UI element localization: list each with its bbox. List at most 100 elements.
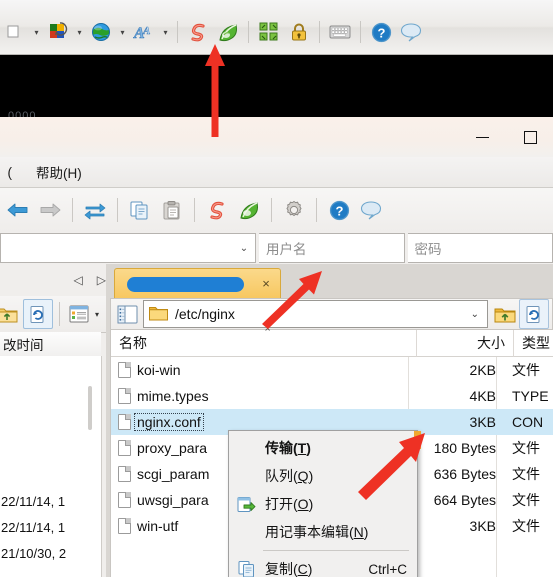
chevron-down-icon[interactable]: ▾ <box>116 17 129 47</box>
file-icon <box>118 440 131 456</box>
file-name: mime.types <box>137 388 209 404</box>
table-row[interactable]: mime.types 4KB TYPE <box>111 383 553 409</box>
context-menu-item-open[interactable]: 打开(O) <box>229 490 417 518</box>
local-date-0: 22/11/14, 1 <box>1 494 66 509</box>
file-name: proxy_para <box>137 440 208 456</box>
tab-label-redacted <box>127 276 244 292</box>
back-arrow-icon[interactable] <box>2 194 34 226</box>
file-name: nginx.conf <box>134 413 204 431</box>
column-header-size[interactable]: 大小 <box>416 330 513 357</box>
globe-icon[interactable] <box>86 17 116 47</box>
chevron-down-icon[interactable]: ▾ <box>95 310 99 319</box>
connection-bar: ⌄ 用户名 密码 <box>0 232 553 265</box>
toolbar-separator <box>59 302 60 326</box>
color-palette-icon[interactable] <box>43 17 73 47</box>
column-header-name[interactable]: 名称 ⌃ <box>111 327 416 357</box>
host-combobox[interactable]: ⌄ <box>0 233 256 263</box>
nav-forward-icon[interactable]: ▷ <box>97 273 106 287</box>
close-icon[interactable]: × <box>258 275 274 291</box>
no-icon <box>233 465 261 487</box>
clipped-text-remnant: 0000 <box>8 110 37 117</box>
file-name-cell: mime.types <box>111 388 408 404</box>
local-column-header[interactable]: 改时间 <box>0 332 101 357</box>
file-name: scgi_param <box>137 466 210 482</box>
local-file-list[interactable]: 22/11/14, 1 22/11/14, 1 21/10/30, 2 <box>0 356 102 577</box>
toolbar-separator <box>316 198 317 222</box>
svg-text:?: ? <box>335 203 343 218</box>
paste-icon[interactable] <box>156 194 188 226</box>
lock-icon[interactable] <box>284 17 314 47</box>
session-tab[interactable]: × <box>114 268 281 299</box>
minimize-button[interactable] <box>459 117 505 157</box>
chevron-down-icon[interactable]: ▾ <box>73 17 86 47</box>
context-menu-label: 打开(O) <box>265 496 314 512</box>
remote-parent-folder-button[interactable] <box>491 300 519 328</box>
menu-bar: ) 帮助(H) <box>0 157 553 188</box>
top-application-toolbar: ▾ ▾ ▾ A A ▾ ? <box>0 0 553 55</box>
file-type: 文件 <box>512 440 540 456</box>
file-type: 文件 <box>512 362 540 378</box>
menu-item-clipped[interactable]: ) <box>0 165 13 180</box>
chevron-down-icon[interactable]: ▾ <box>30 17 43 47</box>
file-size: 3KB <box>469 518 496 534</box>
context-menu-label: 复制(C) <box>265 561 313 577</box>
table-row[interactable]: koi-win 2KB 文件 <box>111 357 553 383</box>
fullscreen-icon[interactable] <box>254 17 284 47</box>
local-scrollbar-thumb[interactable] <box>88 386 92 430</box>
column-header-type[interactable]: 类型 <box>513 330 553 357</box>
green-leaf-icon[interactable] <box>233 194 265 226</box>
file-type: 文件 <box>512 518 540 534</box>
refresh-icon[interactable] <box>23 299 53 329</box>
column-header-name-label: 名称 <box>119 335 147 351</box>
context-menu-item-copy[interactable]: 复制(C) Ctrl+C <box>229 555 417 577</box>
chevron-down-icon[interactable]: ▾ <box>159 17 172 47</box>
column-header-size-label: 大小 <box>477 335 505 351</box>
menu-item-help[interactable]: 帮助(H) <box>28 162 90 182</box>
view-list-icon[interactable] <box>66 301 92 327</box>
file-type: TYPE <box>512 388 549 404</box>
toolbar-separator <box>117 198 118 222</box>
context-menu-label: 用记事本编辑(N) <box>265 524 369 540</box>
session-toolbar: ? <box>0 188 553 233</box>
password-input[interactable]: 密码 <box>407 233 553 263</box>
keyboard-icon[interactable] <box>325 17 355 47</box>
red-swirl-icon[interactable] <box>201 194 233 226</box>
help-icon[interactable]: ? <box>323 194 355 226</box>
red-swirl-icon[interactable] <box>183 17 213 47</box>
toolbar-separator <box>248 21 249 43</box>
clipped-toolbar-button[interactable] <box>0 17 30 47</box>
context-menu-item-queue[interactable]: 队列(Q) <box>229 462 417 490</box>
nav-back-icon[interactable]: ◁ <box>74 273 83 287</box>
chat-icon[interactable] <box>355 194 387 226</box>
chevron-down-icon[interactable]: ⌄ <box>233 243 255 254</box>
maximize-icon <box>523 130 537 144</box>
maximize-button[interactable] <box>507 117 553 157</box>
file-type: CON <box>512 414 544 430</box>
font-icon[interactable]: A A <box>129 17 159 47</box>
help-icon[interactable]: ? <box>366 17 396 47</box>
parent-folder-icon[interactable] <box>0 301 20 327</box>
no-icon <box>233 521 261 543</box>
file-size: 664 Bytes <box>433 492 496 508</box>
screenshot-root: ▾ ▾ ▾ A A ▾ ? 0000) 帮助(H) ? ⌄ 用户名 密码 ◁ … <box>0 0 553 577</box>
chat-icon[interactable] <box>396 17 426 47</box>
file-size: 636 Bytes <box>433 466 496 482</box>
username-input[interactable]: 用户名 <box>259 233 405 263</box>
tree-view-icon[interactable] <box>114 301 140 327</box>
context-menu-item-edit-with-notepad[interactable]: 用记事本编辑(N) <box>229 518 417 546</box>
copy-icon[interactable] <box>124 194 156 226</box>
column-header-type-label: 类型 <box>522 335 550 351</box>
toolbar-separator <box>319 21 320 43</box>
chevron-down-icon[interactable]: ⌄ <box>471 309 479 320</box>
remote-refresh-button[interactable] <box>519 299 549 329</box>
local-column-header-label: 改时间 <box>3 338 44 353</box>
remote-path-input[interactable]: /etc/nginx ⌄ <box>143 300 488 328</box>
minimize-icon <box>475 136 489 138</box>
context-menu-item-transfer[interactable]: 传输(T) <box>229 434 417 462</box>
sync-icon[interactable] <box>79 194 111 226</box>
remote-path-bar: /etc/nginx ⌄ <box>110 298 553 330</box>
green-leaf-icon[interactable] <box>213 17 243 47</box>
settings-gear-icon[interactable] <box>278 194 310 226</box>
forward-arrow-icon[interactable] <box>34 194 66 226</box>
file-type: 文件 <box>512 466 540 482</box>
